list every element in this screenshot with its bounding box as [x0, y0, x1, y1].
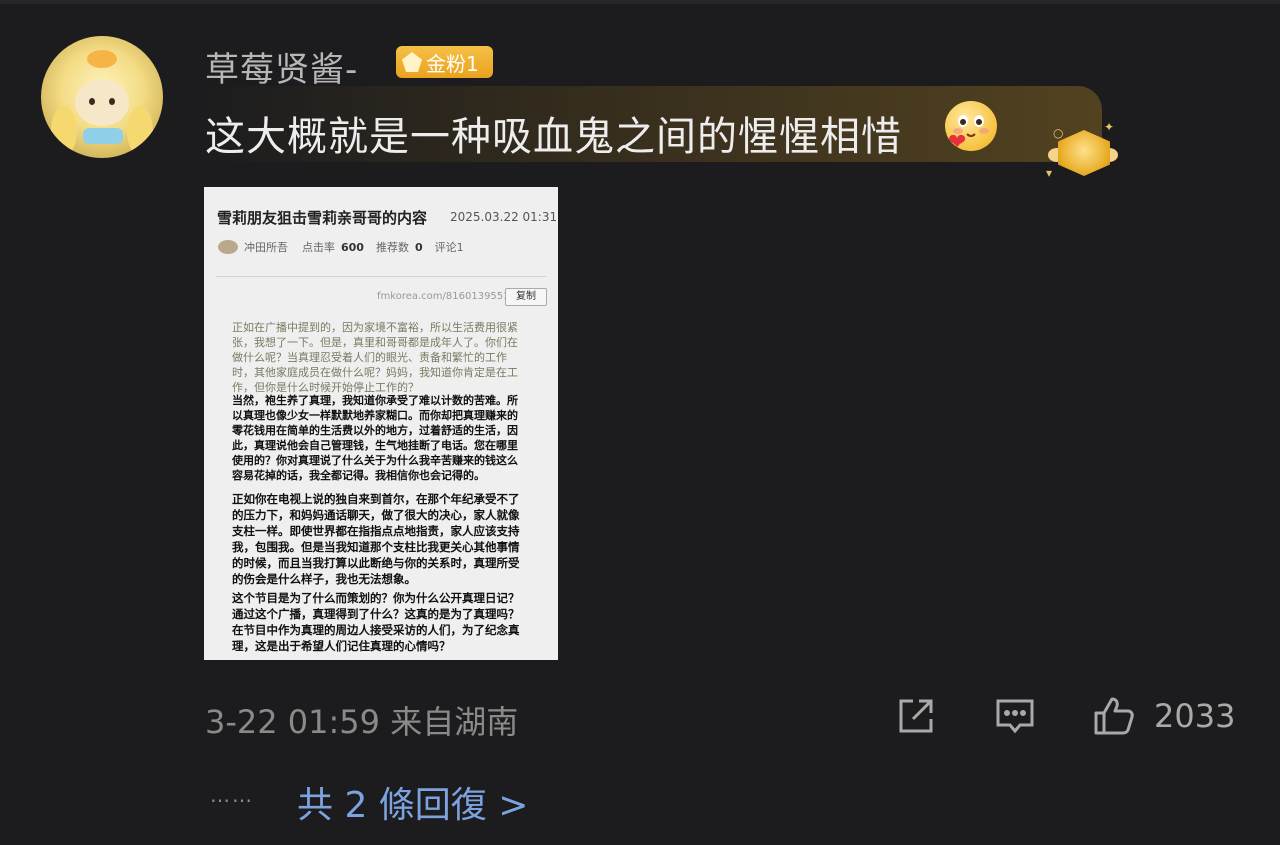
sparkle-icon: ▾: [1046, 166, 1053, 180]
share-button[interactable]: [895, 694, 937, 738]
thumbs-up-icon: [1094, 697, 1134, 735]
fan-badge[interactable]: 金粉1: [396, 46, 493, 78]
article-url: fmkorea.com/8160139551: [377, 291, 510, 302]
sparkle-icon: ✦: [1104, 120, 1115, 134]
username[interactable]: 草莓贤酱-: [205, 42, 358, 91]
article-paragraph: 当然，袍生养了真理，我知道你承受了难以计数的苦难。所以真理也像少女一样默默地养家…: [232, 394, 518, 482]
gem-icon: [402, 52, 422, 72]
article-paragraph: 正如在广播中提到的，因为家境不富裕，所以生活费用很紧张，我想了一下。但是，真里和…: [232, 321, 518, 394]
avatar-bow: [83, 128, 123, 144]
article-paragraph: 正如你在电视上说的独自来到首尔，在那个年纪承受不了的压力下，和妈妈通话聊天，做了…: [232, 492, 520, 586]
comment-timestamp: 3-22 01:59 来自湖南: [205, 703, 519, 741]
copy-button: 复制: [505, 288, 547, 306]
attached-screenshot[interactable]: 雪莉朋友狙击雪莉亲哥哥的内容 2025.03.22 01:31 冲田所吾 点击率…: [204, 187, 558, 660]
article-divider: [216, 276, 546, 277]
replies-dots: ……: [210, 783, 254, 807]
like-button[interactable]: 2033: [1092, 694, 1235, 738]
article-author: 冲田所吾: [244, 241, 288, 254]
author-avatar: [218, 240, 238, 254]
like-count: 2033: [1154, 697, 1236, 735]
article-paragraph: 这个节目是为了什么而策划的？你为什么公开真理日记？通过这个广播，真理得到了什么？…: [232, 591, 520, 653]
sparkle-icon: ○: [1053, 126, 1064, 140]
share-icon: [899, 699, 933, 733]
view-replies-link[interactable]: 共 2 條回復 >: [297, 776, 528, 828]
heart-icon: ❤: [948, 130, 967, 155]
avatar-beak: [87, 50, 117, 68]
article-title: 雪莉朋友狙击雪莉亲哥哥的内容: [217, 209, 428, 227]
fan-badge-label: 金粉1: [426, 51, 479, 76]
comment-text: 这大概就是一种吸血鬼之间的惺惺相惜: [205, 114, 902, 160]
article-meta: 冲田所吾 点击率 600 推荐数 0 评论1: [218, 239, 464, 255]
article-date: 2025.03.22 01:31: [450, 210, 558, 224]
comment-icon: [996, 699, 1034, 734]
top-divider: [0, 0, 1280, 4]
avatar[interactable]: [41, 36, 163, 158]
comment-button[interactable]: [994, 694, 1036, 738]
